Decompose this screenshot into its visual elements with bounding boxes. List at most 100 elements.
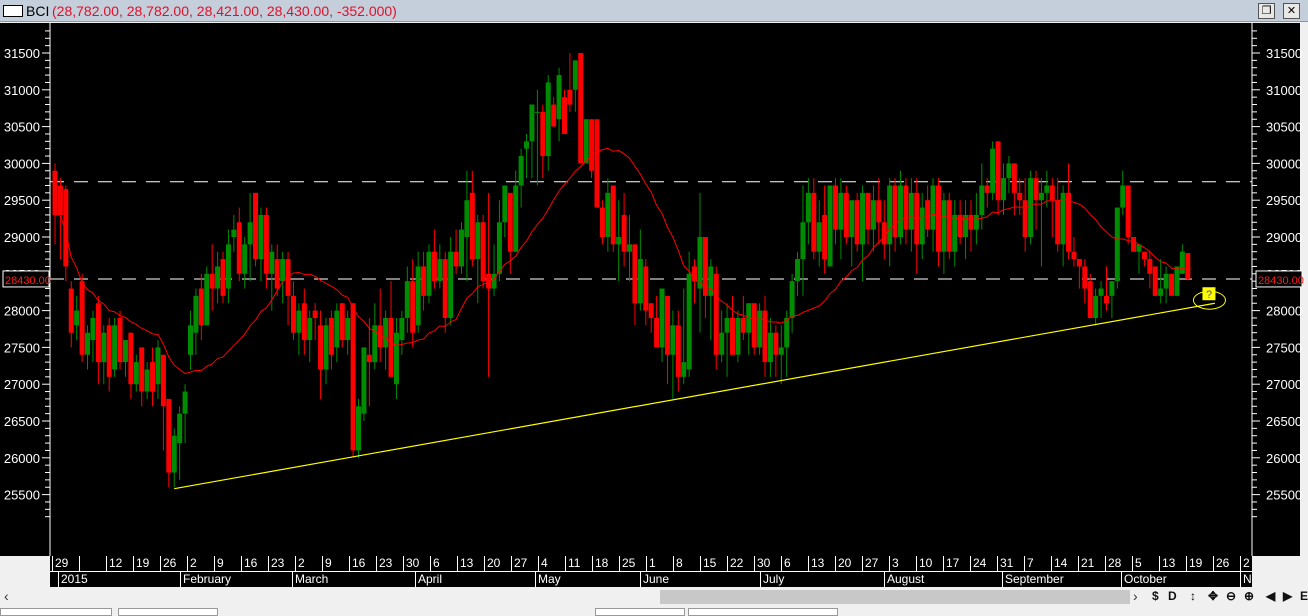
candle-body bbox=[795, 259, 801, 282]
candle-body bbox=[946, 200, 952, 252]
date-tick-label: 11 bbox=[565, 556, 580, 571]
month-label: 2015 bbox=[58, 572, 88, 587]
candle-body bbox=[410, 281, 416, 333]
candle-body bbox=[979, 185, 985, 215]
candle-body bbox=[735, 317, 741, 355]
candle-body bbox=[128, 332, 134, 385]
date-tick-label: 22 bbox=[727, 556, 743, 571]
scroll-right-button[interactable]: › bbox=[1133, 588, 1138, 604]
candle-body bbox=[215, 266, 221, 289]
month-label: September bbox=[1002, 572, 1064, 587]
y-tick-label-left: 31500 bbox=[4, 46, 40, 61]
candle-body bbox=[800, 222, 806, 260]
scroll-left-button[interactable]: ‹ bbox=[4, 588, 9, 604]
candle-body bbox=[648, 303, 654, 318]
date-tick-label: 1 bbox=[646, 556, 656, 571]
candle-body bbox=[816, 222, 822, 252]
candle bbox=[713, 266, 719, 370]
candle-body bbox=[318, 325, 324, 370]
candle-body bbox=[79, 281, 85, 355]
candle-body bbox=[150, 362, 156, 392]
date-tick-label: 5 bbox=[1132, 556, 1142, 571]
date-tick-label: 4 bbox=[538, 556, 548, 571]
candle-body bbox=[1158, 288, 1164, 296]
vertical-scale-icon[interactable]: ↕ bbox=[1190, 589, 1196, 603]
candle-body bbox=[637, 259, 643, 304]
zoom-out-icon[interactable]: ⊖ bbox=[1226, 589, 1236, 603]
restore-icon[interactable]: ❐ bbox=[1258, 3, 1275, 19]
candle-body bbox=[925, 200, 931, 230]
candle-body bbox=[832, 185, 838, 230]
candle-body bbox=[827, 185, 833, 267]
candle bbox=[220, 251, 226, 304]
candle-body bbox=[399, 317, 405, 341]
candle bbox=[583, 119, 589, 164]
candle-body bbox=[643, 266, 649, 311]
candle-body bbox=[892, 185, 898, 237]
candle-body bbox=[209, 273, 215, 289]
candle-body bbox=[632, 244, 638, 304]
candle-body bbox=[675, 325, 681, 377]
candle-body bbox=[789, 281, 795, 318]
candle-body bbox=[908, 192, 914, 230]
candle-body bbox=[1044, 185, 1050, 193]
date-tick-label: 15 bbox=[700, 556, 716, 571]
candle-body bbox=[171, 435, 177, 473]
date-tick-label: 26 bbox=[1213, 556, 1229, 571]
y-tick-label-left: 30000 bbox=[4, 156, 40, 171]
close-icon[interactable]: ✕ bbox=[1283, 3, 1300, 19]
candle-body bbox=[112, 325, 118, 370]
candle-body bbox=[1033, 178, 1039, 201]
y-tick-label-left: 31000 bbox=[4, 83, 40, 98]
candle-body bbox=[263, 214, 269, 274]
date-tick-label: 30 bbox=[754, 556, 770, 571]
left-axis-area bbox=[0, 23, 50, 556]
candle bbox=[112, 317, 118, 377]
candle-body bbox=[876, 200, 882, 223]
candle-body bbox=[1179, 251, 1185, 274]
candle-body bbox=[1131, 237, 1137, 252]
date-tick-label: 19 bbox=[1186, 556, 1202, 571]
candle bbox=[1114, 207, 1120, 289]
candle-body bbox=[339, 303, 345, 341]
zoom-in-icon[interactable]: ⊕ bbox=[1244, 589, 1254, 603]
candle-body bbox=[464, 200, 470, 237]
candle-body bbox=[1125, 185, 1131, 237]
candle-body bbox=[361, 347, 367, 414]
candle-body bbox=[1066, 192, 1072, 252]
candle-body bbox=[935, 185, 941, 252]
candlestick-chart[interactable]: 25500 25500 26000 26000 26500 26500 27000 27000… bbox=[0, 23, 1308, 556]
candle-body bbox=[1055, 200, 1061, 245]
candle-body bbox=[724, 317, 730, 333]
candle-body bbox=[442, 259, 448, 318]
date-tick-label: 6 bbox=[781, 556, 791, 571]
candle bbox=[79, 273, 85, 363]
candle bbox=[946, 192, 952, 260]
date-tick-label: 27 bbox=[511, 556, 527, 571]
menu-icon[interactable]: E bbox=[1300, 589, 1308, 603]
month-label: No bbox=[1240, 572, 1252, 587]
date-tick-label: 18 bbox=[592, 556, 608, 571]
date-tick-label: 20 bbox=[484, 556, 500, 571]
candle bbox=[594, 119, 600, 208]
candle-body bbox=[280, 259, 286, 282]
currency-icon[interactable]: $ bbox=[1152, 589, 1159, 603]
ohlc-readout: (28,782.00, 28,782.00, 28,421.00, 28,430… bbox=[52, 3, 397, 19]
candle-body bbox=[995, 141, 1001, 201]
candle-body bbox=[193, 295, 199, 333]
candle-body bbox=[68, 288, 74, 333]
candle-body bbox=[1082, 266, 1088, 289]
candle-body bbox=[681, 362, 687, 377]
display-icon[interactable]: D bbox=[1168, 589, 1177, 603]
scroll-back-icon[interactable]: ◀ bbox=[1266, 589, 1275, 603]
horizontal-scrollbar[interactable] bbox=[660, 590, 1130, 604]
crosshair-icon[interactable]: ✥ bbox=[1208, 589, 1218, 603]
scroll-forward-icon[interactable]: ▶ bbox=[1283, 589, 1292, 603]
date-tick-label: 2 bbox=[1240, 556, 1250, 571]
candle-body bbox=[242, 244, 248, 274]
y-tick-label-left: 25500 bbox=[4, 488, 40, 503]
candle-body bbox=[1147, 259, 1153, 274]
y-tick-label: 26000 bbox=[1266, 451, 1302, 466]
date-tick-label: 24 bbox=[970, 556, 986, 571]
candle bbox=[253, 192, 259, 267]
